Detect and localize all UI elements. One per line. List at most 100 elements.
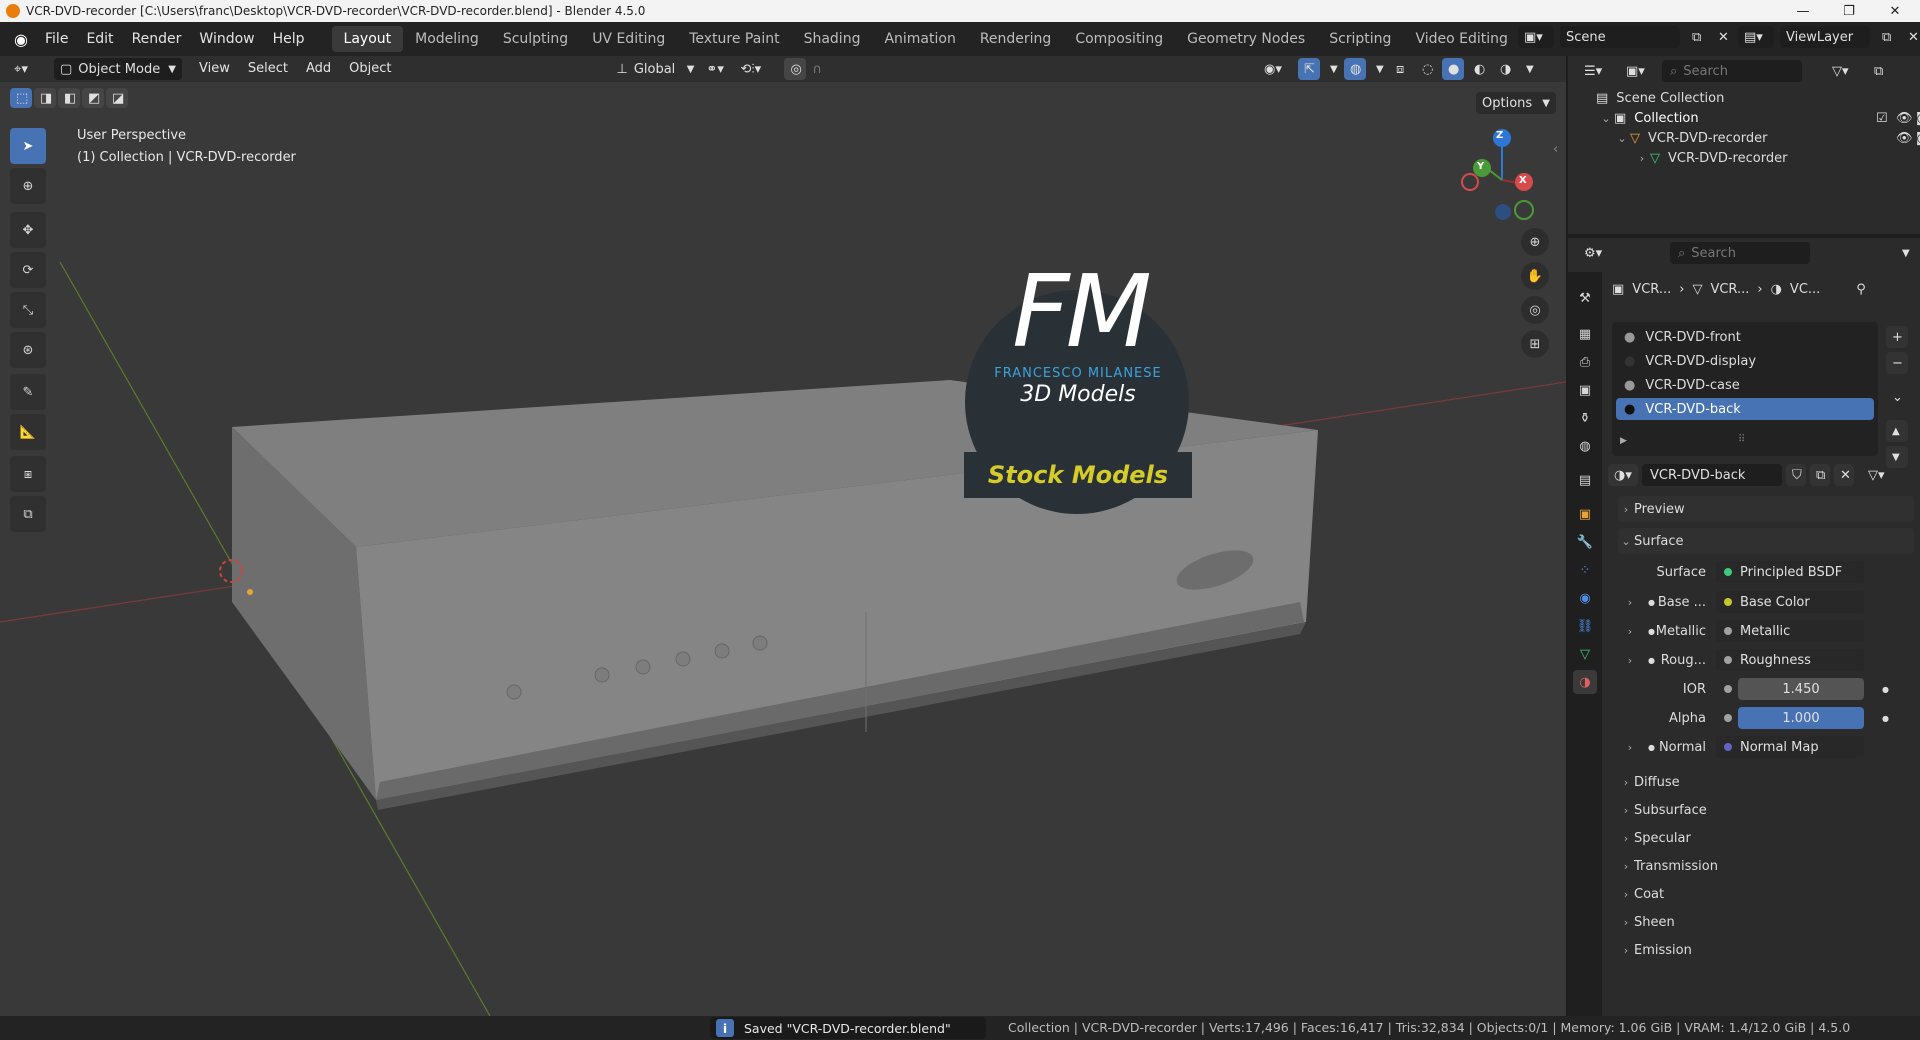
sidebar-toggle-icon[interactable]: ‹	[1553, 142, 1558, 157]
pin-icon[interactable]: ⚲	[1856, 282, 1866, 297]
select-new-icon[interactable]: ⬚	[10, 88, 32, 108]
select-subtract-icon[interactable]: ◧	[58, 88, 80, 108]
menu-render[interactable]: Render	[123, 22, 191, 56]
render-tab-icon[interactable]: ▦	[1573, 322, 1597, 346]
chevron-down-icon[interactable]: ⌄	[1598, 112, 1614, 125]
tab-uv-editing[interactable]: UV Editing	[580, 26, 677, 52]
subpanel-header[interactable]: › Diffuse	[1618, 770, 1914, 794]
move-up-icon[interactable]: ▲	[1886, 420, 1908, 442]
gizmo-y-label[interactable]: Y	[1477, 161, 1484, 172]
surface-panel-header[interactable]: ⌄ Surface	[1618, 528, 1914, 554]
delete-viewlayer-icon[interactable]: ✕	[1902, 26, 1920, 48]
add-primitive-tool[interactable]: ⧉	[10, 496, 46, 532]
pan-hand-icon[interactable]: ✋	[1521, 262, 1549, 290]
new-viewlayer-icon[interactable]: ⧉	[1876, 26, 1896, 48]
tab-scripting[interactable]: Scripting	[1317, 26, 1403, 52]
bsdf-input-field[interactable]: Metallic	[1716, 620, 1864, 642]
chevron-down-icon[interactable]: ▼	[1324, 58, 1340, 80]
eye-icon[interactable]: 👁	[1896, 131, 1913, 146]
eye-icon[interactable]: 👁	[1896, 111, 1913, 126]
falloff-icon[interactable]: ∩	[806, 58, 830, 80]
transform-orientation-dropdown[interactable]: ⊥ Global ▼	[610, 58, 700, 80]
tab-rendering[interactable]: Rendering	[968, 26, 1064, 52]
keyframe-dot-icon[interactable]: ●	[1882, 714, 1889, 723]
object-tab-icon[interactable]: ▣	[1573, 502, 1597, 526]
properties-editor-icon[interactable]: ⚙▾	[1578, 242, 1614, 264]
chevron-down-icon[interactable]: ▼	[1370, 58, 1386, 80]
menu-help[interactable]: Help	[264, 22, 314, 56]
chevron-right-icon[interactable]: ›	[1622, 741, 1638, 754]
properties-search-input[interactable]: ⌕ Search	[1670, 242, 1810, 264]
measure-tool[interactable]: 📐	[10, 414, 46, 450]
material-slot[interactable]: ● VCR-DVD-front	[1616, 326, 1874, 348]
viewlayer-name-field[interactable]: ViewLayer	[1780, 26, 1870, 48]
select-invert-icon[interactable]: ◩	[82, 88, 104, 108]
chevron-down-icon[interactable]: ▼	[1896, 242, 1918, 264]
tab-texture-paint[interactable]: Texture Paint	[677, 26, 791, 52]
xray-toggle-icon[interactable]: ⧈	[1390, 58, 1412, 80]
rendered-shading-icon[interactable]: ◑	[1494, 58, 1516, 80]
new-scene-icon[interactable]: ⧉	[1686, 26, 1706, 48]
bsdf-input-field[interactable]: Normal Map	[1716, 736, 1864, 758]
transform-tool[interactable]: ⊛	[10, 332, 46, 368]
snap-icon[interactable]: ⟲⫶▾	[734, 58, 784, 80]
overlays-toggle-icon[interactable]: ◍	[1344, 58, 1366, 80]
tool-tab-icon[interactable]: ⚒	[1573, 286, 1597, 310]
fake-user-icon[interactable]: ⛉	[1786, 464, 1806, 486]
menu-window[interactable]: Window	[190, 22, 263, 56]
material-slot-selected[interactable]: ● VCR-DVD-back	[1616, 398, 1874, 420]
tab-layout[interactable]: Layout	[331, 26, 404, 52]
exclude-checkbox-icon[interactable]: ☑	[1876, 111, 1888, 126]
collection-row[interactable]: ⌄▣ Collection ☑ 👁◙	[1598, 108, 1920, 128]
bsdf-input-field[interactable]: 1.450	[1738, 678, 1864, 700]
pivot-point-icon[interactable]: ⚭▾	[700, 58, 734, 80]
chevron-right-icon[interactable]: ›	[1622, 654, 1638, 667]
rotate-tool[interactable]: ⟳	[10, 252, 46, 288]
tab-video-editing[interactable]: Video Editing	[1403, 26, 1519, 52]
bsdf-input-field[interactable]: Base Color	[1716, 591, 1864, 613]
menu-select[interactable]: Select	[239, 52, 297, 86]
view-layer-tab-icon[interactable]: ▣	[1573, 378, 1597, 402]
camera-icon[interactable]: ◙	[1916, 131, 1920, 146]
material-name-field[interactable]: VCR-DVD-back	[1642, 464, 1782, 486]
cursor-tool[interactable]: ⊕	[10, 168, 46, 204]
material-shading-icon[interactable]: ◐	[1468, 58, 1490, 80]
input-socket-icon[interactable]	[1724, 685, 1732, 693]
subpanel-header[interactable]: › Specular	[1618, 826, 1914, 850]
tab-shading[interactable]: Shading	[792, 26, 873, 52]
move-tool[interactable]: ✥	[10, 212, 46, 248]
zoom-icon[interactable]: ⊕	[1521, 228, 1549, 256]
options-dropdown[interactable]: Options ▼	[1476, 92, 1556, 114]
unlink-material-icon[interactable]: ✕	[1834, 464, 1854, 486]
display-mode-icon[interactable]: ▣▾	[1620, 60, 1656, 82]
maximize-button[interactable]: ❐	[1826, 0, 1872, 22]
material-slot[interactable]: ● VCR-DVD-display	[1616, 350, 1874, 372]
menu-file[interactable]: File	[36, 22, 77, 56]
output-tab-icon[interactable]: ⎙	[1573, 350, 1597, 374]
material-link-icon[interactable]: ▽▾	[1862, 464, 1894, 486]
browse-material-icon[interactable]: ◑▾	[1608, 464, 1638, 486]
chevron-right-icon[interactable]: ›	[1622, 596, 1638, 609]
grid-perspective-icon[interactable]: ⊞	[1521, 330, 1549, 358]
preview-panel-header[interactable]: › Preview	[1618, 496, 1914, 522]
wireframe-shading-icon[interactable]: ◌	[1416, 58, 1438, 80]
outliner-editor-icon[interactable]: ☰▾	[1578, 60, 1614, 82]
minimize-button[interactable]: —	[1780, 0, 1826, 22]
proportional-editing-icon[interactable]: ◎	[784, 58, 807, 80]
tab-compositing[interactable]: Compositing	[1063, 26, 1175, 52]
save-report[interactable]: i Saved "VCR-DVD-recorder.blend"	[710, 1017, 986, 1039]
visibility-icon[interactable]: ◉▾	[1258, 58, 1294, 80]
constraints-tab-icon[interactable]: ⛓	[1573, 614, 1597, 638]
3d-viewport[interactable]: Z Y X FM FRANCESCO MILANESE 3D Models St…	[0, 82, 1566, 1016]
chevron-right-icon[interactable]: ›	[1634, 152, 1650, 165]
solid-shading-icon[interactable]: ●	[1442, 58, 1464, 80]
tab-geometry-nodes[interactable]: Geometry Nodes	[1175, 26, 1317, 52]
material-tab-icon[interactable]: ◑	[1573, 670, 1597, 694]
select-box-tool[interactable]: ➤	[10, 128, 46, 164]
input-socket-icon[interactable]	[1724, 714, 1732, 722]
modifier-tab-icon[interactable]: 🔧	[1573, 530, 1597, 554]
resize-handle-icon[interactable]: ⠿	[1738, 434, 1745, 445]
select-extend-icon[interactable]: ◨	[34, 88, 56, 108]
particles-tab-icon[interactable]: ⁘	[1573, 558, 1597, 582]
select-intersect-icon[interactable]: ◪	[106, 88, 128, 108]
